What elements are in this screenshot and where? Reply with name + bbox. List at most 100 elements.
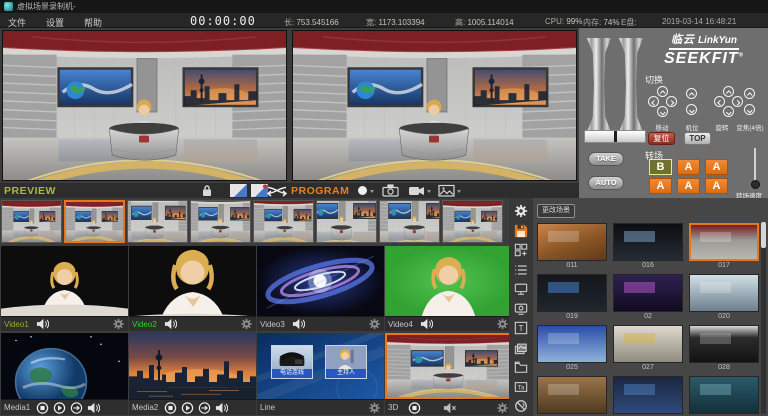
camera-shot-1[interactable] <box>1 200 62 243</box>
transition-button-A-3[interactable]: A <box>649 178 672 194</box>
settings-icon[interactable] <box>514 204 528 218</box>
top-button[interactable]: TOP <box>684 132 711 145</box>
scene-thumbnail[interactable] <box>613 223 683 261</box>
list-icon[interactable] <box>514 263 528 277</box>
play-button[interactable] <box>53 402 66 414</box>
scene-item-025[interactable]: 025 <box>537 325 607 373</box>
wipe-transition-icon[interactable] <box>230 184 247 197</box>
scene-thumbnail[interactable] <box>537 274 607 312</box>
scene-item-011[interactable]: 011 <box>537 223 607 271</box>
save-icon[interactable] <box>514 224 528 238</box>
source-line[interactable]: 电话连线 主持人 Line <box>257 333 384 415</box>
reset-button[interactable]: 复位 <box>648 132 675 145</box>
t-bar-handle[interactable] <box>584 130 646 143</box>
scene-thumbnail[interactable] <box>613 325 683 363</box>
gear-icon[interactable] <box>112 318 125 330</box>
camcorder-caret-icon[interactable] <box>427 190 431 193</box>
layers-icon[interactable] <box>514 341 528 355</box>
transition-button-A-5[interactable]: A <box>705 178 728 194</box>
arrow-down[interactable] <box>744 104 755 115</box>
arrow-left[interactable] <box>648 96 659 107</box>
video4-feed[interactable] <box>385 246 512 316</box>
source-video3[interactable]: Video3 <box>257 246 384 331</box>
scene-item-017[interactable]: 017 <box>689 223 759 271</box>
menu-file[interactable]: 文件 <box>8 16 26 29</box>
source-media1[interactable]: Media1 <box>1 333 128 415</box>
source-3d[interactable]: 3D <box>385 333 512 415</box>
camera-shot-5[interactable] <box>253 200 314 243</box>
record-icon[interactable] <box>357 184 368 197</box>
gear-icon[interactable] <box>496 402 509 414</box>
ban-icon[interactable] <box>514 399 528 413</box>
speaker-icon[interactable] <box>87 402 100 414</box>
arrow-up[interactable] <box>723 86 734 97</box>
media2-feed[interactable] <box>129 333 256 399</box>
transition-button-A-1[interactable]: A <box>677 159 700 175</box>
change-scene-button[interactable]: 更改场景 <box>537 204 575 218</box>
program-monitor[interactable] <box>292 30 577 181</box>
loop-button[interactable] <box>70 402 83 414</box>
lock-icon[interactable] <box>202 184 212 197</box>
menu-settings[interactable]: 设置 <box>46 16 64 29</box>
muted-speaker-icon[interactable] <box>443 402 456 414</box>
transition-button-A-4[interactable]: A <box>677 178 700 194</box>
scene-thumbnail[interactable] <box>689 325 759 363</box>
scene-thumbnail[interactable] <box>689 376 759 414</box>
camera-shot-2[interactable] <box>64 200 125 243</box>
gear-icon[interactable] <box>368 402 381 414</box>
scene-thumbnail[interactable] <box>537 223 607 261</box>
take-button[interactable]: TAKE <box>588 152 624 166</box>
swap-preview-program-icon[interactable] <box>266 184 288 197</box>
scene-item-02[interactable]: 02 <box>613 274 683 322</box>
speaker-icon[interactable] <box>292 318 305 330</box>
scene-thumbnail[interactable] <box>613 274 683 312</box>
stop-button[interactable] <box>164 402 177 414</box>
scene-thumbnail[interactable] <box>613 376 683 414</box>
layout-icon[interactable] <box>514 243 528 257</box>
scene-item-027[interactable]: 027 <box>613 325 683 373</box>
loop-button[interactable] <box>198 402 211 414</box>
speaker-icon[interactable] <box>164 318 177 330</box>
speaker-icon[interactable] <box>420 318 433 330</box>
arrow-up[interactable] <box>657 86 668 97</box>
source-video4[interactable]: Video4 <box>385 246 512 331</box>
source-video1[interactable]: Video1 <box>1 246 128 331</box>
play-button[interactable] <box>181 402 194 414</box>
subtitle-icon[interactable]: Ta <box>514 380 528 394</box>
scene-item-r10[interactable] <box>613 376 683 416</box>
camera-shot-3[interactable] <box>127 200 188 243</box>
arrow-up[interactable] <box>744 88 755 99</box>
scene-item-019[interactable]: 019 <box>537 274 607 322</box>
image-caret-icon[interactable] <box>457 190 461 193</box>
arrow-right[interactable] <box>666 96 677 107</box>
3d-feed[interactable] <box>387 335 510 397</box>
arrow-down[interactable] <box>657 106 668 117</box>
video2-feed[interactable] <box>129 246 256 316</box>
video3-feed[interactable] <box>257 246 384 316</box>
host-card[interactable]: 主持人 <box>325 345 367 379</box>
gear-icon[interactable] <box>240 318 253 330</box>
video1-feed[interactable] <box>1 246 128 316</box>
camera-shot-4[interactable] <box>190 200 251 243</box>
snapshot-camera-icon[interactable] <box>382 184 399 197</box>
arrow-down[interactable] <box>686 104 697 115</box>
scene-scrollbar-thumb[interactable] <box>761 222 766 248</box>
scene-item-020[interactable]: 020 <box>689 274 759 322</box>
transition-speed-slider[interactable] <box>754 148 756 188</box>
display-icon[interactable] <box>514 302 528 316</box>
speaker-icon[interactable] <box>215 402 228 414</box>
record-caret-icon[interactable] <box>370 190 374 193</box>
camera-shot-6[interactable] <box>316 200 377 243</box>
stop-button[interactable] <box>408 402 421 414</box>
slider-knob[interactable] <box>751 180 760 189</box>
camcorder-icon[interactable] <box>408 184 425 197</box>
scene-thumbnail[interactable] <box>689 223 759 261</box>
source-video2[interactable]: Video2 <box>129 246 256 331</box>
arrow-down[interactable] <box>723 106 734 117</box>
media1-feed[interactable] <box>1 333 128 399</box>
arrow-right[interactable] <box>732 96 743 107</box>
auto-button[interactable]: AUTO <box>588 176 624 190</box>
phone-call-card[interactable]: 电话连线 <box>271 345 313 379</box>
scene-item-r9[interactable] <box>537 376 607 416</box>
scene-thumbnail[interactable] <box>537 376 607 414</box>
